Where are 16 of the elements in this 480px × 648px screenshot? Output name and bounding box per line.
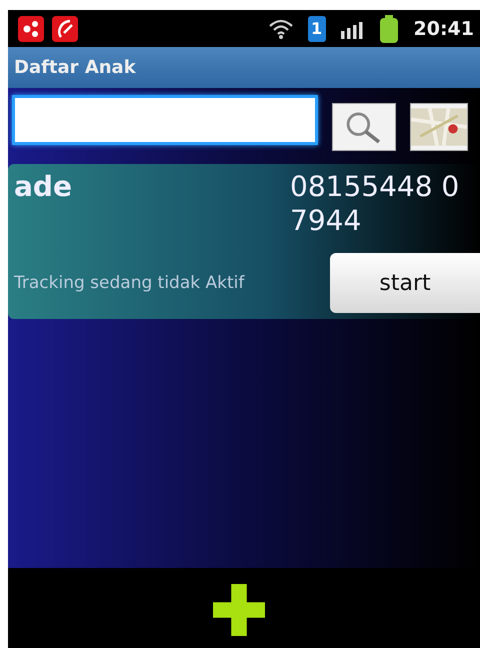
sim-badge: 1: [308, 16, 326, 42]
phone-number: 08155448 0 7944: [290, 170, 460, 238]
wifi-icon: [268, 18, 294, 40]
notification-icon: [18, 16, 44, 42]
start-button[interactable]: start: [330, 253, 480, 313]
add-icon[interactable]: [213, 584, 265, 636]
search-button[interactable]: [332, 103, 396, 151]
tracking-status: Tracking sedang tidak Aktif: [14, 273, 244, 293]
search-field[interactable]: [12, 95, 318, 145]
map-icon: [411, 108, 467, 146]
window-title: Daftar Anak: [14, 57, 136, 78]
map-button[interactable]: [410, 103, 468, 151]
child-name: ade: [14, 170, 72, 205]
notification-icon: [52, 16, 78, 42]
clock-time: 20:41: [414, 18, 474, 40]
battery-icon: [380, 14, 398, 42]
